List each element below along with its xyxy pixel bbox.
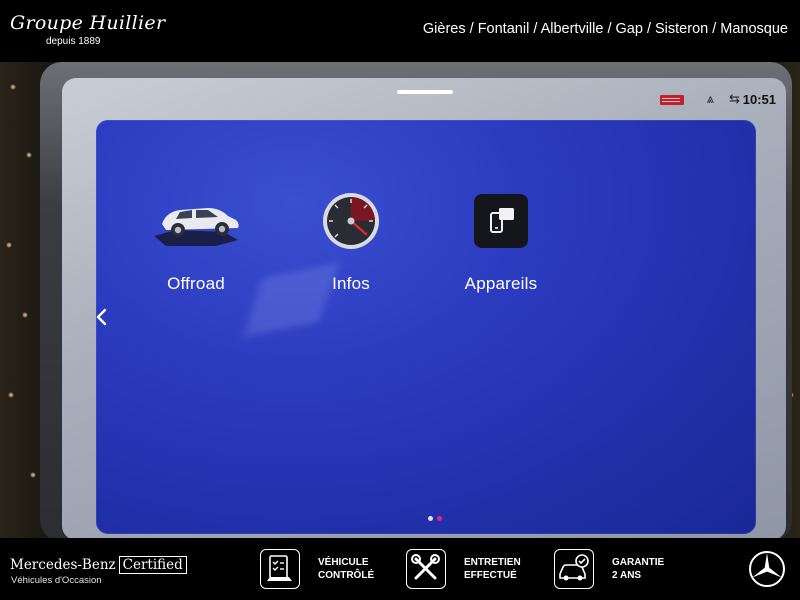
menu-item-appareils[interactable]: Appareils [431,190,571,310]
pull-down-handle[interactable] [397,90,453,94]
previous-page-button[interactable] [96,302,114,332]
devices-icon [431,190,571,252]
tools-icon [406,549,446,589]
apps-menu-panel: Offroad Infos Appareils [96,120,756,534]
badge-label: GARANTIE 2 ANS [612,557,664,582]
signal-icon: ⩓ [706,92,714,107]
badge-line: EFFECTUÉ [464,569,517,581]
gauge-icon [281,190,421,252]
ambient-light [10,84,16,90]
mercedes-star-logo [747,549,787,589]
mb-subtitle: Véhicules d'Occasion [11,575,102,586]
page-indicator [428,516,442,521]
badge-label: ENTRETIEN EFFECTUÉ [464,557,521,582]
dealer-name: Groupe Huillier [10,12,166,34]
status-bar: ⩓ ⇆ 10:51 [62,78,786,120]
connectivity-icon: ⇆ [729,92,740,107]
menu-item-offroad[interactable]: Offroad [126,190,266,310]
certification-bar: Mercedes-Benz Certified Véhicules d'Occas… [0,538,800,600]
clock: 10:51 [742,92,776,107]
infotainment-display: ⩓ ⇆ 10:51 Offroad Infos Appareils [62,78,786,538]
ambient-light [26,152,32,158]
badge-label: VÉHICULE CONTRÔLÉ [318,557,374,582]
badge-line: VÉHICULE [318,557,369,568]
dealer-locations: Gières / Fontanil / Albertville / Gap / … [422,21,788,37]
menu-item-label: Offroad [167,274,225,293]
menu-item-label: Infos [332,274,370,293]
ambient-light [6,242,12,248]
badge-line: ENTRETIEN [464,557,521,568]
checklist-car-icon [260,549,300,589]
menu-item-label: Appareils [464,274,538,293]
mb-brand: Mercedes-Benz [10,557,116,573]
car-check-icon [554,549,594,589]
screen-photo: ⩓ ⇆ 10:51 Offroad Infos Appareils [0,62,800,538]
dealer-logo: Groupe Huillier depuis 1889 [10,12,166,47]
ambient-light [8,392,14,398]
ambient-light [22,312,28,318]
page-dot[interactable] [428,516,433,521]
offroad-car-icon [126,190,266,252]
mercedes-certified-logo: Mercedes-Benz Certified [10,556,187,574]
page-dot-active[interactable] [437,516,442,521]
badge-line: 2 ANS [612,569,642,581]
ambient-light [30,472,36,478]
sos-warning-icon[interactable] [660,95,684,105]
menu-item-infos[interactable]: Infos [281,190,421,310]
dealer-banner: Groupe Huillier depuis 1889 Gières / Fon… [0,0,800,62]
mb-certified: Certified [118,556,187,574]
badge-line: CONTRÔLÉ [318,569,375,581]
dealer-since: depuis 1889 [46,36,101,47]
chevron-left-icon [96,308,107,326]
badge-line: GARANTIE [612,557,665,568]
